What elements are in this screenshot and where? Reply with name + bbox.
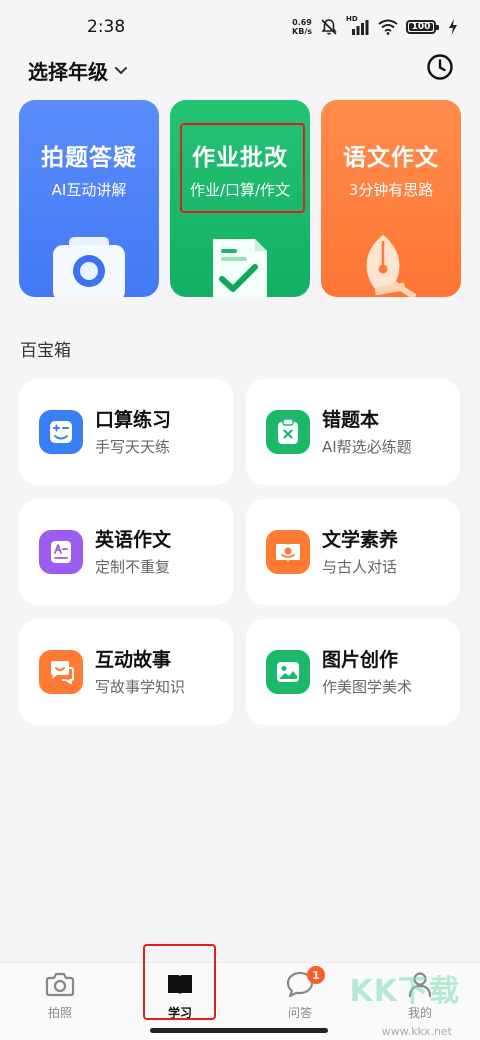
feature-card-chinese-essay[interactable]: 语文作文 3分钟有思路	[321, 100, 461, 297]
camera-icon	[53, 237, 125, 297]
tool-desc: AI帮选必练题	[322, 438, 412, 456]
tool-name: 错题本	[322, 409, 380, 431]
status-bar: 2:38 0.69 KB/s HD 100	[0, 0, 480, 56]
open-book-icon	[266, 530, 310, 574]
nav-tab-me[interactable]: 我的	[380, 969, 460, 1021]
tool-desc: 写故事学知识	[95, 678, 186, 696]
home-indicator[interactable]	[150, 1028, 328, 1033]
letter-document-icon	[39, 530, 83, 574]
tool-card-wrong-questions[interactable]: 错题本 AI帮选必练题	[246, 379, 460, 485]
fountain-pen-icon	[366, 235, 417, 297]
nav-tab-qa[interactable]: 1 问答	[260, 966, 340, 1021]
battery-level: 100	[411, 22, 431, 32]
book-icon	[168, 975, 192, 995]
signal-icon: HD	[346, 15, 370, 36]
network-speed-value: 0.69	[292, 18, 312, 27]
tool-name: 口算练习	[95, 409, 172, 431]
feature-card-title: 拍题答疑	[41, 144, 137, 171]
clipboard-x-icon	[266, 410, 310, 454]
feature-card-subtitle: AI互动讲解	[51, 181, 127, 199]
network-speed-unit: KB/s	[292, 27, 312, 36]
tool-desc: 手写天天练	[95, 438, 171, 456]
status-icons: 0.69 KB/s HD 100	[292, 15, 458, 36]
grade-selector[interactable]: 选择年级	[28, 56, 128, 85]
tool-name: 英语作文	[95, 529, 172, 551]
camera-icon	[45, 972, 75, 997]
calculator-icon	[39, 410, 83, 454]
tool-desc: 定制不重复	[95, 558, 171, 576]
person-icon	[408, 972, 432, 998]
nav-label: 拍照	[47, 1006, 72, 1020]
tool-card-image-creation[interactable]: 图片创作 作美图学美术	[246, 619, 460, 725]
tool-card-literary-literacy[interactable]: 文学素养 与古人对话	[246, 499, 460, 605]
clock-icon[interactable]	[426, 53, 454, 81]
checked-document-icon	[213, 239, 267, 297]
network-speed: 0.69 KB/s	[292, 18, 312, 36]
feature-card-photo-answer[interactable]: 拍题答疑 AI互动讲解	[19, 100, 159, 297]
tool-name: 图片创作	[322, 649, 399, 671]
tool-desc: 作美图学美术	[322, 678, 413, 696]
wifi-icon	[378, 19, 398, 35]
tool-name: 文学素养	[322, 529, 399, 551]
chat-bubbles-icon	[39, 650, 83, 694]
image-icon	[266, 650, 310, 694]
nav-tab-study[interactable]: 学习	[140, 969, 220, 1021]
section-title: 百宝箱	[20, 341, 71, 361]
charging-icon	[449, 19, 457, 35]
nav-label: 学习	[167, 1006, 192, 1020]
tool-card-interactive-story[interactable]: 互动故事 写故事学知识	[19, 619, 233, 725]
feature-card-subtitle: 3分钟有思路	[348, 181, 434, 199]
battery-icon: 100	[406, 20, 439, 34]
feature-card-homework-grading[interactable]: 作业批改 作业/口算/作文	[170, 100, 310, 297]
tool-name: 互动故事	[95, 649, 172, 671]
chevron-down-icon	[115, 66, 127, 74]
tool-card-english-essay[interactable]: 英语作文 定制不重复	[19, 499, 233, 605]
mute-icon	[321, 19, 337, 35]
notification-badge: 1	[307, 966, 325, 984]
tool-desc: 与古人对话	[322, 558, 398, 576]
nav-label: 我的	[407, 1006, 432, 1020]
status-time: 2:38	[87, 17, 126, 37]
feature-card-title: 语文作文	[343, 144, 439, 171]
nav-tab-photo[interactable]: 拍照	[20, 969, 100, 1021]
grade-selector-label: 选择年级	[28, 60, 108, 84]
tool-card-oral-arithmetic[interactable]: 口算练习 手写天天练	[19, 379, 233, 485]
nav-label: 问答	[287, 1006, 312, 1020]
feature-card-subtitle: 作业/口算/作文	[189, 181, 291, 199]
feature-card-title: 作业批改	[192, 144, 288, 171]
